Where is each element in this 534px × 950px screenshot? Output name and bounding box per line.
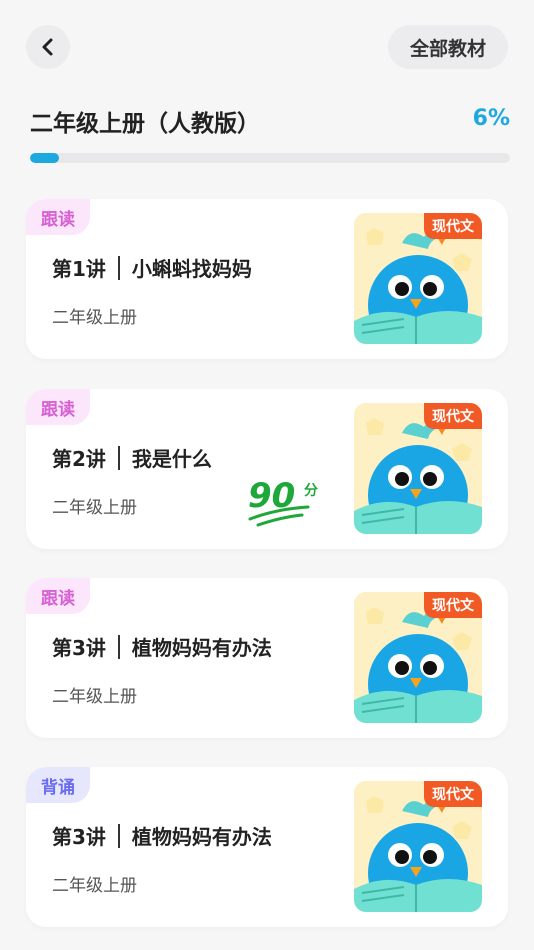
divider xyxy=(117,445,120,470)
lesson-number: 第2讲 xyxy=(52,447,106,471)
lesson-type-tag: 背诵 xyxy=(26,767,90,803)
divider xyxy=(117,823,120,848)
lesson-type-tag: 跟读 xyxy=(26,389,90,425)
lesson-thumbnail: 现代文 xyxy=(354,781,482,912)
lesson-thumbnail: 现代文 xyxy=(354,592,482,723)
divider xyxy=(117,634,120,659)
score-unit: 分 xyxy=(304,483,318,499)
lesson-thumbnail: 现代文 xyxy=(354,403,482,534)
lesson-card[interactable]: 跟读 第1讲 小蝌蚪找妈妈 二年级上册 现代文 xyxy=(26,199,508,359)
lesson-number: 第1讲 xyxy=(52,257,106,281)
lesson-name: 植物妈妈有办法 xyxy=(131,825,272,849)
top-bar: 全部教材 xyxy=(0,0,534,90)
back-button[interactable] xyxy=(26,25,70,69)
progress-bar-fill xyxy=(30,153,59,163)
lesson-heading: 第2讲 我是什么 xyxy=(52,443,212,472)
all-materials-button[interactable]: 全部教材 xyxy=(388,25,508,69)
lesson-type-tag: 跟读 xyxy=(26,578,90,614)
lesson-heading: 第1讲 小蝌蚪找妈妈 xyxy=(52,253,252,282)
chevron-left-icon xyxy=(42,38,53,56)
book-title: 二年级上册（人教版） xyxy=(30,111,260,137)
thumbnail-badge: 现代文 xyxy=(424,403,482,429)
lesson-name: 我是什么 xyxy=(131,447,212,471)
thumbnail-badge: 现代文 xyxy=(424,781,482,807)
thumbnail-badge: 现代文 xyxy=(424,592,482,618)
lesson-name: 小蝌蚪找妈妈 xyxy=(131,257,252,281)
thumbnail-badge: 现代文 xyxy=(424,213,482,239)
lesson-heading: 第3讲 植物妈妈有办法 xyxy=(52,821,272,850)
progress-bar xyxy=(30,153,510,163)
lesson-grade: 二年级上册 xyxy=(52,876,137,896)
lesson-number: 第3讲 xyxy=(52,825,106,849)
lesson-number: 第3讲 xyxy=(52,636,106,660)
progress-percent: 6% xyxy=(472,106,510,131)
score-stamp: 90 分 xyxy=(248,476,318,527)
lesson-grade: 二年级上册 xyxy=(52,308,137,328)
lesson-thumbnail: 现代文 xyxy=(354,213,482,344)
lesson-card[interactable]: 背诵 第3讲 植物妈妈有办法 二年级上册 现代文 xyxy=(26,767,508,927)
lesson-heading: 第3讲 植物妈妈有办法 xyxy=(52,632,272,661)
lesson-type-tag: 跟读 xyxy=(26,199,90,235)
lesson-grade: 二年级上册 xyxy=(52,498,137,518)
lesson-grade: 二年级上册 xyxy=(52,687,137,707)
lesson-card[interactable]: 跟读 第2讲 我是什么 二年级上册 90 分 现代文 xyxy=(26,389,508,549)
lesson-name: 植物妈妈有办法 xyxy=(131,636,272,660)
divider xyxy=(117,255,120,280)
lesson-card[interactable]: 跟读 第3讲 植物妈妈有办法 二年级上册 现代文 xyxy=(26,578,508,738)
